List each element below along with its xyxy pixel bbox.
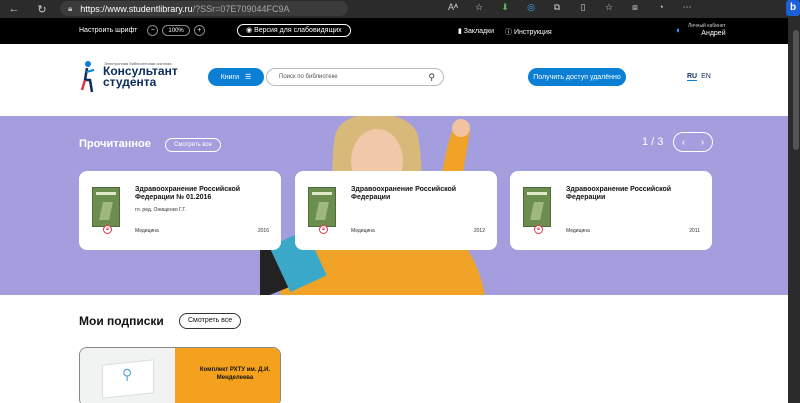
font-controls: Настроить шрифт − 100% + xyxy=(79,25,205,36)
font-increase-button[interactable]: + xyxy=(193,25,205,36)
lang-en[interactable]: EN xyxy=(701,73,711,81)
info-icon: ⓘ xyxy=(505,29,514,36)
eye-icon: ◉ xyxy=(246,27,255,34)
recently-read-title: Прочитанное xyxy=(79,138,151,150)
extensions-icon[interactable]: ⧉ xyxy=(544,2,570,13)
logo-text[interactable]: Консультант студента xyxy=(103,65,178,89)
books-menu-button[interactable]: Книги ☰ xyxy=(208,68,264,86)
extension-icon[interactable]: ⬇ xyxy=(492,2,518,13)
sidebar-strip: b xyxy=(786,0,800,403)
lock-icon: 🔒︎ xyxy=(68,3,73,13)
collections-icon[interactable]: ⧈ xyxy=(622,2,648,13)
split-screen-icon[interactable]: ▯ xyxy=(570,2,596,13)
carousel-pager: 1 / 3 xyxy=(642,136,664,148)
subscriptions-section: Мои подписки Смотреть все ⚲ Комплект РХТ… xyxy=(0,295,788,403)
subscription-card[interactable]: ⚲ Комплект РХТУ им. Д.И. Менделеева xyxy=(79,347,281,403)
bookmarks-label: Закладки xyxy=(463,28,495,35)
search-icon[interactable]: ⚲ xyxy=(428,72,435,83)
browser-toolbar: ← ↻ 🔒︎ https://www.studentlibrary.ru/?SS… xyxy=(0,0,800,18)
book-cover[interactable] xyxy=(92,187,120,227)
subscriptions-title: Мои подписки xyxy=(79,314,164,328)
font-label: Настроить шрифт xyxy=(79,27,138,34)
book-title[interactable]: Здравоохранение Российской Федерации xyxy=(351,186,491,202)
help-link[interactable]: ⓘ Инструкция xyxy=(505,27,552,37)
url-host: https://www.studentlibrary.ru xyxy=(80,3,193,14)
chevron-left-icon[interactable]: ‹ xyxy=(682,137,685,148)
copilot-icon[interactable]: ◎ xyxy=(518,2,544,13)
recently-read-section: Прочитанное Смотреть все 1 / 3 ‹ › 🔒︎ Зд… xyxy=(0,116,788,295)
search-input[interactable]: Поиск по библиотеке ⚲ xyxy=(266,68,444,86)
user-name: Андрей xyxy=(701,30,726,37)
book-card[interactable]: 🔒︎ Здравоохранение Российской Федерации … xyxy=(295,171,497,250)
lock-icon: 🔒︎ xyxy=(103,225,112,234)
book-cover[interactable] xyxy=(523,187,551,227)
address-bar[interactable]: 🔒︎ https://www.studentlibrary.ru/?SSr=07… xyxy=(60,1,348,16)
back-icon[interactable]: ← xyxy=(6,1,22,17)
site-header: Электронная библиотечная система Консуль… xyxy=(0,44,788,116)
lock-icon: 🔒︎ xyxy=(319,225,328,234)
lock-icon: 🔒︎ xyxy=(534,225,543,234)
help-label: Инструкция xyxy=(513,29,552,36)
chevron-right-icon[interactable]: › xyxy=(701,137,704,148)
recently-read-see-all-button[interactable]: Смотреть все xyxy=(165,138,221,152)
accessibility-bar: Настроить шрифт − 100% + ◉ Версия для сл… xyxy=(0,18,788,44)
favorites-bar-icon[interactable]: ☆ xyxy=(596,2,622,13)
profile-icon[interactable]: ◔ xyxy=(648,2,674,13)
book-subject: Медицина xyxy=(566,228,590,234)
cabinet-label: Личный кабинет xyxy=(688,23,726,29)
book-cover[interactable] xyxy=(308,187,336,227)
favorite-icon[interactable]: ☆ xyxy=(466,2,492,13)
low-vision-button[interactable]: ◉ Версия для слабовидящих xyxy=(237,24,351,37)
menu-dots-icon[interactable]: ⋯ xyxy=(674,2,700,13)
user-cabinet[interactable]: ◐ Личный кабинет Андрей xyxy=(676,23,726,37)
refresh-icon[interactable]: ↻ xyxy=(34,1,50,17)
book-year: 2012 xyxy=(473,228,485,234)
book-card[interactable]: 🔒︎ Здравоохранение Российской Федерации … xyxy=(510,171,712,250)
url-path: /?SSr=07E709044FC9A xyxy=(192,3,290,14)
bing-icon[interactable]: b xyxy=(786,0,800,16)
subscriptions-see-all-button[interactable]: Смотреть все xyxy=(179,313,242,329)
book-title[interactable]: Здравоохранение Российской Федерации xyxy=(566,186,706,202)
logo-icon[interactable] xyxy=(80,60,98,94)
bookmarks-link[interactable]: ▮ Закладки xyxy=(458,27,494,35)
book-card[interactable]: 🔒︎ Здравоохранение Российской Федерации … xyxy=(79,171,281,250)
subscription-label-area: Комплект РХТУ им. Д.И. Менделеева xyxy=(175,348,280,403)
book-subject: Медицина xyxy=(135,228,159,234)
book-year: 2011 xyxy=(689,228,700,234)
language-switch: RU EN xyxy=(687,73,711,81)
magnifier-icon: ⚲ xyxy=(122,366,133,382)
read-aloud-icon[interactable]: Aᴬ xyxy=(440,2,466,13)
low-vision-label: Версия для слабовидящих xyxy=(254,27,342,34)
scrollbar[interactable] xyxy=(793,30,799,150)
user-icon: ◐ xyxy=(676,25,682,35)
font-decrease-button[interactable]: − xyxy=(147,25,159,36)
logo-line-2: студента xyxy=(103,75,157,89)
book-year: 2016 xyxy=(257,228,269,234)
book-title[interactable]: Здравоохранение Российской Федерации № 0… xyxy=(135,186,275,202)
subscription-name: Комплект РХТУ им. Д.И. Менделеева xyxy=(199,367,271,381)
lang-ru[interactable]: RU xyxy=(687,73,698,81)
carousel-arrows: ‹ › xyxy=(673,132,713,152)
search-placeholder: Поиск по библиотеке xyxy=(279,74,338,80)
remote-access-button[interactable]: Получить доступ удалённо xyxy=(528,68,626,86)
browser-tools: Aᴬ ☆ ⬇ ◎ ⧉ ▯ ☆ ⧈ ◔ ⋯ xyxy=(440,2,700,13)
book-author: гл. ред. Онищенко Г.Г. xyxy=(135,207,186,213)
subscription-image: ⚲ xyxy=(80,348,175,403)
book-subject: Медицина xyxy=(351,228,375,234)
font-zoom-value: 100% xyxy=(162,25,190,36)
books-label: Книги xyxy=(220,73,240,81)
hamburger-icon: ☰ xyxy=(245,74,252,81)
